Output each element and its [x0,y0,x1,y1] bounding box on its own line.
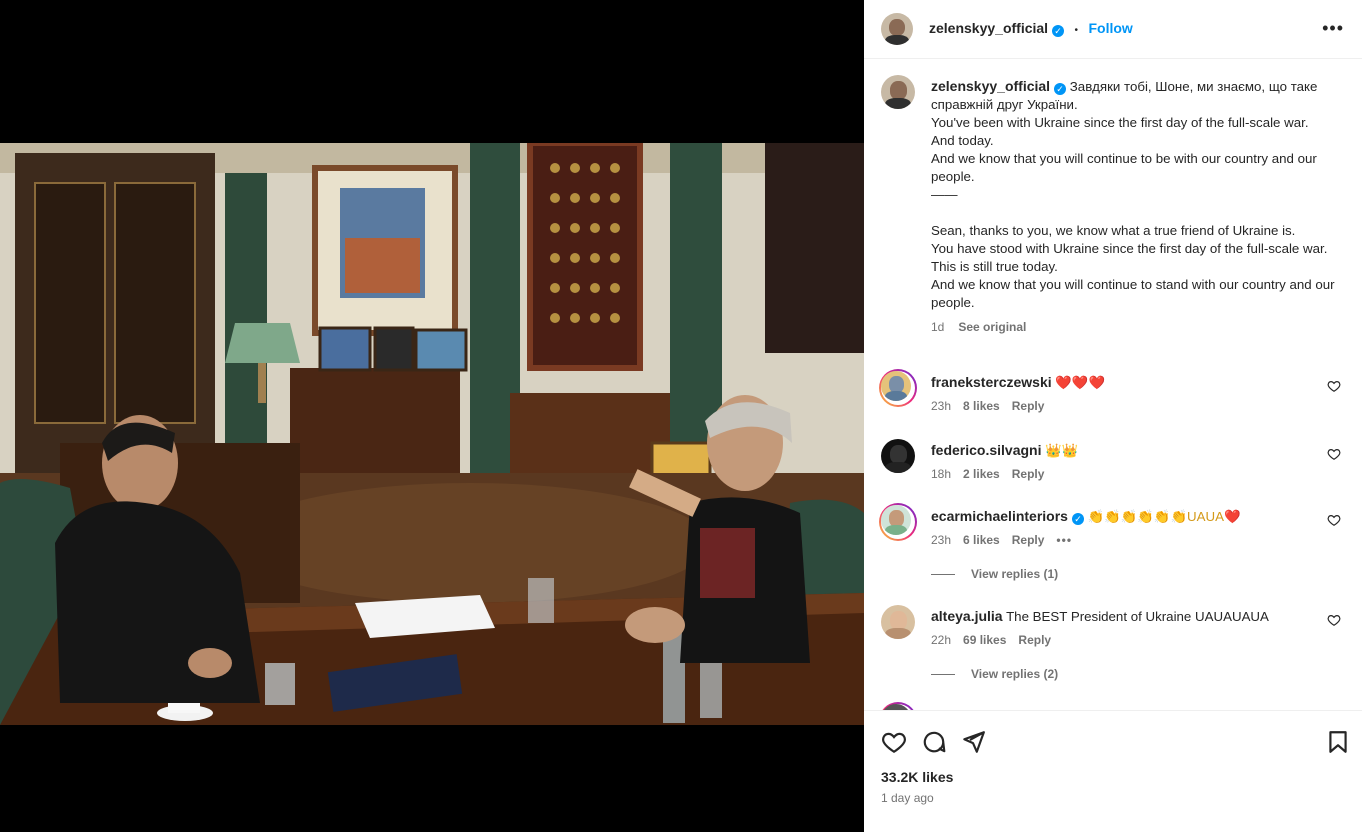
comment-text: 👑👑 [1045,443,1079,458]
post-media [0,0,864,831]
caption-line: You have stood with Ukraine since the fi… [931,241,1328,256]
caption-line [931,204,1341,222]
reply-button[interactable]: Reply [1018,633,1051,647]
caption-meta: 1d See original [931,318,1341,336]
comment-likes[interactable]: 6 likes [963,533,1000,547]
comment-item: franeksterczewski ❤️❤️❤️ 23h 8 likes Reply [879,369,1341,421]
comment-time: 23h [931,399,952,413]
follow-button[interactable]: Follow [1088,20,1132,36]
caption-line: Sean, thanks to you, we know what a true… [931,223,1296,238]
caption-line: And we know that you will continue to be… [931,151,1317,184]
author-username[interactable]: zelenskyy_official [929,20,1048,36]
caption-username[interactable]: zelenskyy_official [931,78,1050,94]
likes-count[interactable]: 33.2K likes [881,769,953,785]
reply-button[interactable]: Reply [1012,399,1045,413]
more-options-icon[interactable]: ••• [1322,18,1344,39]
post-panel: zelenskyy_official ✓ • Follow ••• zelensk… [864,0,1362,832]
comment-icon[interactable] [921,729,947,755]
commenter-username[interactable]: federico.silvagni [931,442,1041,458]
commenter-avatar[interactable] [881,371,911,401]
commenter-avatar[interactable] [881,605,915,639]
verified-badge-icon: ✓ [1054,83,1067,95]
commenter-username[interactable]: ecarmichaelinteriors [931,508,1068,524]
post-photo[interactable] [0,143,864,725]
comment-item: ecarmichaelinteriors ✓ 👏👏👏👏👏👏UAUA❤️ 23h 6 … [879,503,1341,585]
verified-badge-icon: ✓ [1071,513,1084,525]
reply-button[interactable]: Reply [1012,467,1045,481]
caption-time: 1d [931,320,945,334]
comments-scroll-area[interactable]: zelenskyy_official ✓ Завдяки тобі, Шоне, … [864,59,1362,710]
comment-time: 23h [931,533,952,547]
caption-line: You've been with Ukraine since the first… [931,115,1309,130]
comment-text: ❤️❤️❤️ [1055,375,1106,390]
comment-text: The BEST President of Ukraine UAUAUAUA [1006,609,1269,624]
comment-time: 22h [931,633,952,647]
verified-badge-icon: ✓ [1052,25,1065,37]
comment-likes[interactable]: 8 likes [963,399,1000,413]
comment-like-heart-icon[interactable] [1327,379,1341,393]
comment-time: 18h [931,467,952,481]
caption-line: This is still true today. [931,259,1058,274]
post-timestamp: 1 day ago [881,791,934,805]
post-photo-illustration [0,143,864,725]
story-ring[interactable] [879,503,917,541]
comment-like-heart-icon[interactable] [1327,513,1341,527]
view-replies-button[interactable]: View replies (2) [931,667,1058,681]
post-actions-bar: 33.2K likes 1 day ago [864,710,1362,832]
bookmark-icon[interactable] [1325,729,1351,755]
post-caption: zelenskyy_official ✓ Завдяки тобі, Шоне, … [931,77,1341,336]
caption-line: And today. [931,133,994,148]
commenter-username[interactable]: franeksterczewski [931,374,1052,390]
comment-item: alteya.julia The BEST President of Ukrai… [881,605,1341,685]
heart-icon[interactable] [881,729,907,755]
see-original-button[interactable]: See original [958,320,1026,334]
comment-likes[interactable]: 69 likes [963,633,1006,647]
post-header: zelenskyy_official ✓ • Follow ••• [864,0,1362,59]
view-replies-button[interactable]: View replies (1) [931,567,1058,581]
commenter-avatar[interactable] [881,505,911,535]
separator-dot: • [1074,25,1079,36]
share-icon[interactable] [960,729,986,755]
comment-like-heart-icon[interactable] [1327,447,1341,461]
comment-likes[interactable]: 2 likes [963,467,1000,481]
comment-text: 👏👏👏👏👏👏UAUA❤️ [1087,509,1241,524]
caption-author-avatar[interactable] [881,75,915,109]
caption-line: —— [931,187,958,202]
author-avatar[interactable] [881,13,913,45]
commenter-avatar[interactable] [881,439,915,473]
comment-like-heart-icon[interactable] [1327,613,1341,627]
story-ring[interactable] [879,369,917,407]
comment-item: federico.silvagni 👑👑 18h 2 likes Reply [881,439,1341,489]
commenter-username[interactable]: alteya.julia [931,608,1003,624]
story-ring[interactable] [879,702,917,710]
comment-more-icon[interactable]: ••• [1056,533,1072,547]
reply-button[interactable]: Reply [1012,533,1045,547]
caption-line: And we know that you will continue to st… [931,277,1335,310]
